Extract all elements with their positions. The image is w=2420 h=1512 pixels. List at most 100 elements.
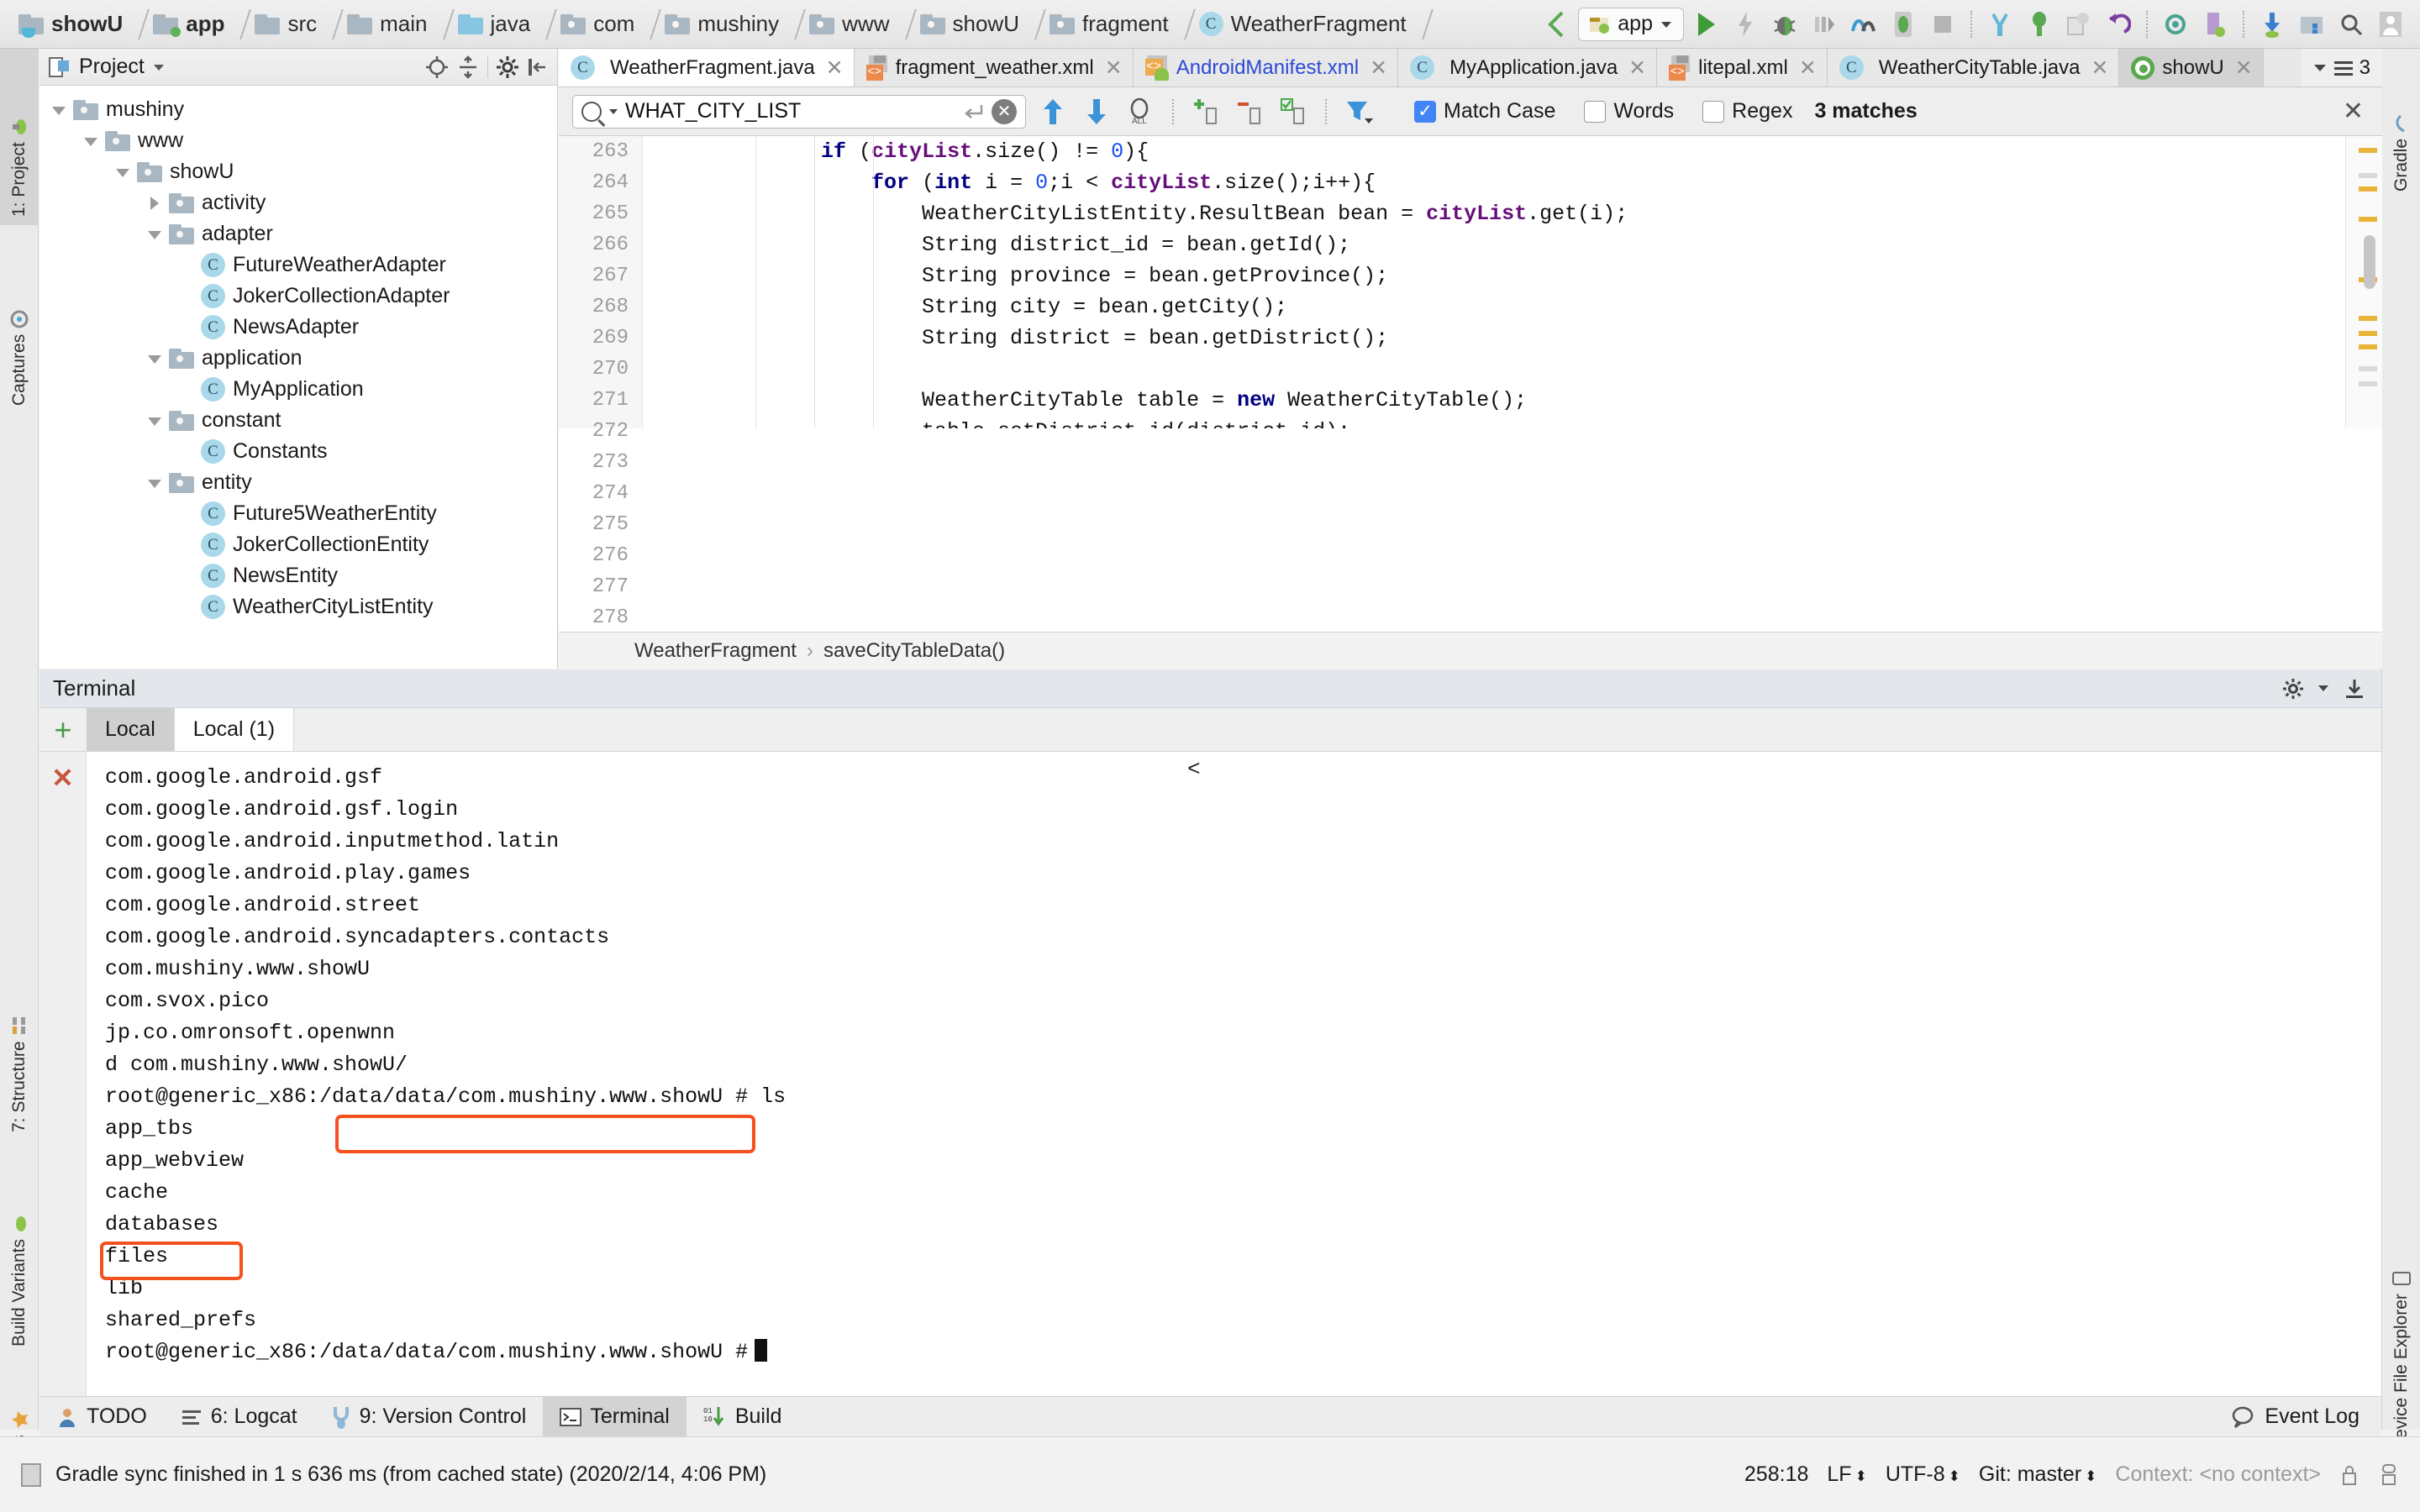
debug-icon[interactable] [1767, 7, 1802, 42]
tree-item-showu[interactable]: showU [39, 156, 557, 187]
stop-icon[interactable] [1925, 7, 1960, 42]
enter-icon[interactable] [963, 102, 985, 121]
project-tree[interactable]: mushiny www showU activity adapter C FutureWea… [39, 86, 557, 622]
close-tab-icon[interactable]: ✕ [1370, 55, 1387, 81]
tree-expand-arrow[interactable] [176, 565, 197, 587]
sidebar-item-device-file-explorer[interactable]: Device File Explorer [2382, 1158, 2420, 1460]
sdk-manager-icon[interactable] [2022, 7, 2057, 42]
settings-gear-icon[interactable] [496, 55, 519, 79]
git-branch-selector[interactable]: Git: master ⬍ [1979, 1462, 2097, 1487]
project-structure-icon[interactable] [2294, 7, 2329, 42]
tree-expand-arrow[interactable] [80, 130, 102, 152]
avd-manager-icon[interactable] [1982, 7, 2018, 42]
run-button[interactable] [1688, 7, 1723, 42]
editor-tab-androidmanifest-xml[interactable]: <> AndroidManifest.xml ✕ [1133, 49, 1399, 87]
chevron-down-icon[interactable] [2317, 684, 2329, 693]
line-separator-selector[interactable]: LF ⬍ [1827, 1462, 1866, 1487]
collapse-all-icon[interactable] [456, 55, 480, 79]
android-device-icon[interactable] [1886, 7, 1921, 42]
close-find-icon[interactable]: ✕ [2343, 97, 2369, 126]
clear-icon[interactable]: ✕ [992, 98, 1017, 124]
tree-expand-arrow[interactable] [48, 99, 70, 121]
bottom-tab-build[interactable]: 01 10 Build [687, 1397, 799, 1436]
tree-item-jokercollectionentity[interactable]: C JokerCollectionEntity [39, 529, 557, 560]
layout-inspector-icon[interactable] [2061, 7, 2096, 42]
close-session-icon[interactable]: ✕ [51, 762, 74, 794]
tree-item-newsentity[interactable]: C NewsEntity [39, 560, 557, 591]
apply-changes-icon[interactable] [1728, 7, 1763, 42]
sdk-platform-icon[interactable] [2197, 7, 2233, 42]
code-breadcrumb-item[interactable]: WeatherFragment [634, 639, 797, 663]
tree-expand-arrow[interactable] [176, 317, 197, 339]
tab-overflow-button[interactable]: 3 [2300, 49, 2382, 87]
breadcrumb-item-main[interactable]: main [344, 0, 429, 48]
tree-expand-arrow[interactable] [176, 441, 197, 463]
tree-expand-arrow[interactable] [176, 596, 197, 618]
editor-tab-fragment-weather-xml[interactable]: <> fragment_weather.xml ✕ [854, 49, 1134, 87]
search-everywhere-icon[interactable] [2333, 7, 2369, 42]
tree-item-entity[interactable]: entity [39, 467, 557, 498]
tree-expand-arrow[interactable] [144, 192, 166, 214]
sidebar-item-structure[interactable]: 7: Structure [0, 952, 39, 1141]
hide-panel-icon[interactable] [2343, 678, 2366, 700]
code-breadcrumb-item[interactable]: saveCityTableData() [823, 639, 1005, 663]
source-code[interactable]: if (cityList.size() != 0){ for (int i = … [715, 136, 2382, 428]
back-arrow-icon[interactable] [1539, 7, 1574, 42]
terminal-output[interactable]: < com.google.android.gsf com.google.andro… [87, 752, 2381, 1396]
tree-item-future5weatherentity[interactable]: C Future5WeatherEntity [39, 498, 557, 529]
code-viewport[interactable]: 263 264 265 266 267 268 269 270 271 272 273 274 275 2… [559, 136, 2382, 660]
tree-expand-arrow[interactable] [176, 255, 197, 276]
tree-item-jokercollectionadapter[interactable]: C JokerCollectionAdapter [39, 281, 557, 312]
bottom-tab-logcat[interactable]: 6: Logcat [164, 1397, 314, 1436]
terminal-tab-local[interactable]: Local [87, 708, 175, 751]
tree-expand-arrow[interactable] [144, 223, 166, 245]
breadcrumb-item-app[interactable]: app [150, 0, 226, 48]
breadcrumb-item-weatherfragment[interactable]: C WeatherFragment [1196, 0, 1408, 48]
breadcrumb-item-showu[interactable]: showU [15, 0, 124, 48]
close-tab-icon[interactable]: ✕ [2091, 55, 2108, 81]
tree-expand-arrow[interactable] [144, 410, 166, 432]
tree-item-application[interactable]: application [39, 343, 557, 374]
breadcrumb-item-mushiny[interactable]: mushiny [661, 0, 781, 48]
add-selection-icon[interactable] [1189, 95, 1223, 129]
undo-icon[interactable] [2101, 7, 2136, 42]
editor-tab-litepal-xml[interactable]: <> litepal.xml ✕ [1657, 49, 1828, 87]
remove-selection-icon[interactable] [1233, 95, 1266, 129]
match-case-option[interactable]: ✓ Match Case [1414, 99, 1555, 123]
breadcrumb-item-src[interactable]: src [251, 0, 318, 48]
tree-item-myapplication[interactable]: C MyApplication [39, 374, 557, 405]
close-tab-icon[interactable]: ✕ [1105, 55, 1123, 81]
tree-expand-arrow[interactable] [144, 472, 166, 494]
code-folding-column[interactable] [643, 136, 715, 428]
caret-position[interactable]: 258:18 [1744, 1462, 1808, 1487]
new-terminal-tab-button[interactable]: + [39, 708, 87, 751]
terminal-tab-local-1[interactable]: Local (1) [174, 708, 295, 751]
user-icon[interactable] [2373, 7, 2408, 42]
event-log-button[interactable]: Event Log [2231, 1397, 2381, 1436]
filter-icon[interactable] [1342, 95, 1376, 129]
tree-expand-arrow[interactable] [112, 161, 134, 183]
bottom-tab-terminal[interactable]: Terminal [543, 1397, 687, 1436]
hide-panel-icon[interactable] [527, 56, 549, 78]
regex-checkbox[interactable] [1702, 100, 1725, 123]
tree-item-newsadapter[interactable]: C NewsAdapter [39, 312, 557, 343]
breadcrumb-item-fragment[interactable]: fragment [1046, 0, 1171, 48]
chevron-down-icon[interactable] [152, 62, 166, 72]
error-stripe-marker[interactable] [2345, 136, 2382, 428]
sidebar-item-project[interactable]: 1: Project [0, 49, 39, 225]
breadcrumb-item-com[interactable]: com [557, 0, 636, 48]
tree-expand-arrow[interactable] [176, 534, 197, 556]
close-tab-icon[interactable]: ✕ [826, 55, 844, 81]
profiler-icon[interactable] [1846, 7, 1881, 42]
lock-icon[interactable] [2339, 1463, 2360, 1487]
regex-option[interactable]: Regex [1702, 99, 1792, 123]
editor-tab-weathercitytable-java[interactable]: C WeatherCityTable.java ✕ [1827, 49, 2120, 87]
tree-item-adapter[interactable]: adapter [39, 218, 557, 249]
words-checkbox[interactable] [1584, 100, 1607, 123]
android-robot-icon[interactable] [2378, 1462, 2400, 1488]
tree-item-futureweatheradapter[interactable]: C FutureWeatherAdapter [39, 249, 557, 281]
editor-tab-showu[interactable]: showU ✕ [2119, 49, 2264, 87]
tree-item-activity[interactable]: activity [39, 187, 557, 218]
words-option[interactable]: Words [1584, 99, 1674, 123]
locate-icon[interactable] [425, 55, 449, 79]
